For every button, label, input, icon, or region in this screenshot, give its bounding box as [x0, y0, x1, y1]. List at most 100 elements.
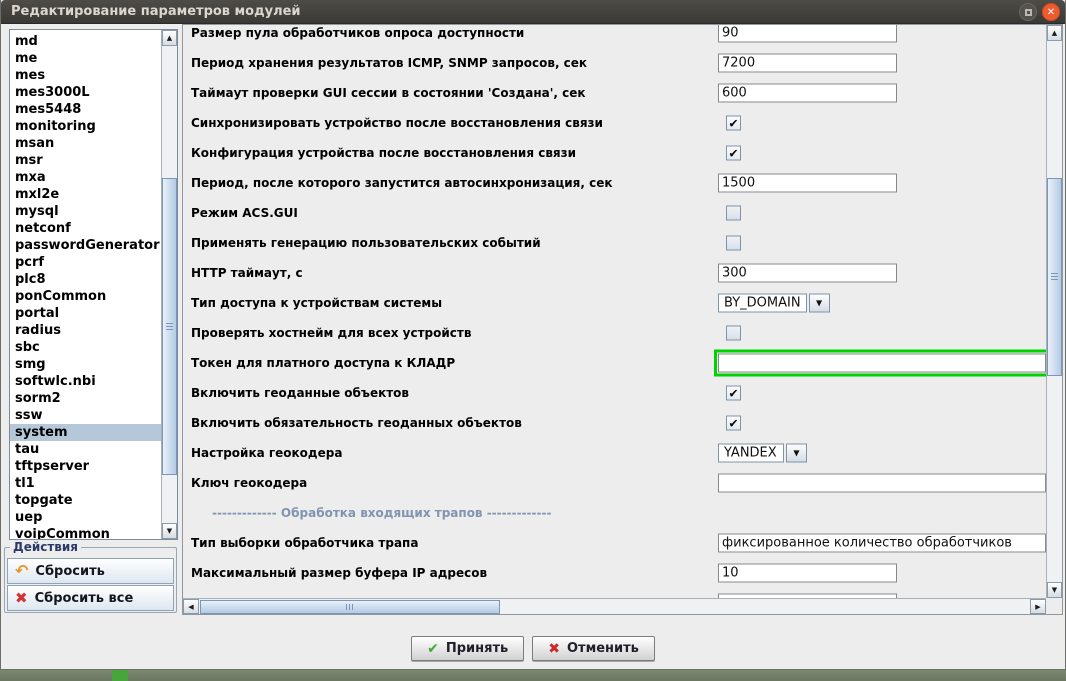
module-list-item[interactable]: uep [10, 509, 161, 526]
params-viewport: Размер пула обработчиков опроса доступно… [183, 25, 1046, 598]
titlebar[interactable]: Редактирование параметров модулей ✕ [1, 0, 1065, 24]
desktop-strip [0, 670, 1066, 681]
module-list-item[interactable]: softwlc.nbi [10, 373, 161, 390]
module-list-item[interactable]: tau [10, 441, 161, 458]
module-list-item[interactable]: pcrf [10, 254, 161, 271]
window-title: Редактирование параметров модулей [11, 4, 301, 19]
scroll-up-icon[interactable]: ▲ [162, 30, 177, 46]
param-input[interactable] [718, 53, 897, 73]
param-input[interactable] [718, 263, 897, 283]
param-label: Таймаут проверки GUI сессии в состоянии … [191, 86, 586, 100]
module-list-item[interactable]: me [10, 50, 161, 67]
param-input[interactable] [718, 473, 1046, 493]
param-label: Период хранения результатов ICMP, SNMP з… [191, 56, 588, 70]
param-label: Режим ACS.GUI [191, 206, 298, 220]
reset-button[interactable]: ↶ Сбросить [7, 558, 174, 584]
green-check-icon: ✔ [427, 640, 439, 657]
module-list-item[interactable]: portal [10, 305, 161, 322]
param-checkbox[interactable]: ✔ [726, 415, 741, 431]
param-row: HTTP таймаут, с [183, 258, 1046, 288]
scroll-down-icon[interactable]: ▼ [162, 523, 177, 539]
module-list-item[interactable]: passwordGenerator [10, 237, 161, 254]
actions-group-title: Действия [10, 540, 82, 554]
module-list-item[interactable]: md [10, 33, 161, 50]
scrollbar-thumb[interactable] [162, 178, 177, 475]
param-control [718, 25, 897, 43]
scrollbar-thumb[interactable] [1047, 178, 1062, 376]
scroll-down-icon[interactable]: ▼ [1047, 582, 1062, 598]
param-checkbox[interactable] [726, 235, 741, 251]
param-checkbox[interactable] [726, 325, 741, 341]
param-row: Синхронизировать устройство после восста… [183, 108, 1046, 138]
module-list-item[interactable]: netconf [10, 220, 161, 237]
module-list-item[interactable]: mysql [10, 203, 161, 220]
param-checkbox[interactable]: ✔ [726, 145, 741, 161]
param-input[interactable] [718, 25, 897, 43]
scroll-left-icon[interactable]: ◀ [183, 599, 199, 614]
param-checkbox[interactable]: ✔ [726, 115, 741, 131]
param-row: Период, после которого запустится автоси… [183, 168, 1046, 198]
dialog-window: Редактирование параметров модулей ✕ md me… [0, 0, 1066, 681]
scroll-right-icon[interactable]: ▶ [1030, 599, 1046, 614]
param-label: Период, после которого запустится автоси… [191, 176, 613, 190]
module-list-item[interactable]: tftpserver [10, 458, 161, 475]
param-label: Размер пула обработчиков опроса доступно… [191, 26, 525, 40]
param-row: Размер пула обработчиков опроса доступно… [183, 25, 1046, 48]
module-list-item[interactable]: voipCommon [10, 526, 161, 539]
scroll-up-icon[interactable]: ▲ [1047, 25, 1062, 41]
accept-button[interactable]: ✔ Принять [411, 636, 525, 661]
module-list-item[interactable]: radius [10, 322, 161, 339]
param-input[interactable] [718, 173, 897, 193]
module-list-item[interactable]: ponCommon [10, 288, 161, 305]
close-button[interactable]: ✕ [1042, 3, 1060, 21]
param-input[interactable] [718, 83, 897, 103]
param-control [718, 533, 1046, 553]
red-x-icon: ✖ [15, 589, 28, 607]
dialog-body: Редактирование параметров модулей ✕ md me… [0, 0, 1066, 670]
module-list-item[interactable]: smg [10, 356, 161, 373]
module-list-item[interactable]: mxa [10, 169, 161, 186]
module-list-item[interactable]: sbc [10, 339, 161, 356]
param-control [714, 349, 1046, 377]
highlight-frame [714, 349, 1046, 377]
module-list-item[interactable]: tl1 [10, 475, 161, 492]
module-list-item[interactable]: mes [10, 67, 161, 84]
param-row: Тип выборки обработчика трапа [183, 528, 1046, 558]
param-checkbox[interactable]: ✔ [726, 385, 741, 401]
param-input[interactable] [718, 563, 897, 583]
module-list-item[interactable]: topgate [10, 492, 161, 509]
module-list-item[interactable]: plc8 [10, 271, 161, 288]
param-row: Тип доступа к устройствам системы BY_DOMA… [183, 288, 1046, 318]
param-row: Ключ геокодера [183, 468, 1046, 498]
param-label: Тип доступа к устройствам системы [191, 296, 443, 310]
module-list-item[interactable]: sorm2 [10, 390, 161, 407]
module-list-item[interactable]: msan [10, 135, 161, 152]
reset-button-label: Сбросить [35, 563, 105, 579]
module-list-item[interactable]: mxl2e [10, 186, 161, 203]
scrollbar-thumb[interactable] [200, 600, 500, 614]
module-list-item[interactable]: msr [10, 152, 161, 169]
close-icon: ✕ [1046, 6, 1056, 18]
module-list-item[interactable]: mes5448 [10, 101, 161, 118]
param-control [718, 263, 897, 283]
red-x-icon: ✖ [548, 640, 560, 657]
chevron-down-icon[interactable]: ▼ [786, 443, 807, 463]
accept-button-label: Принять [445, 641, 509, 656]
param-control [718, 205, 741, 221]
module-list-item[interactable]: mes3000L [10, 84, 161, 101]
chevron-down-icon[interactable]: ▼ [808, 293, 830, 313]
combo-value[interactable]: BY_DOMAIN [718, 293, 807, 313]
params-panel: Размер пула обработчиков опроса доступно… [182, 24, 1063, 615]
param-control: ✔ [718, 415, 741, 431]
param-checkbox[interactable] [726, 205, 741, 221]
module-list-item[interactable]: ssw [10, 407, 161, 424]
param-input[interactable] [718, 353, 1046, 373]
module-list-item[interactable]: system [10, 424, 161, 441]
combo-value[interactable]: YANDEX [718, 443, 784, 463]
module-list-item[interactable]: monitoring [10, 118, 161, 135]
cancel-button[interactable]: ✖ Отменить [532, 636, 655, 661]
reset-all-button[interactable]: ✖ Сбросить все [7, 585, 174, 611]
maximize-button[interactable] [1019, 3, 1037, 21]
param-input[interactable] [718, 533, 1046, 553]
param-control [718, 53, 897, 73]
